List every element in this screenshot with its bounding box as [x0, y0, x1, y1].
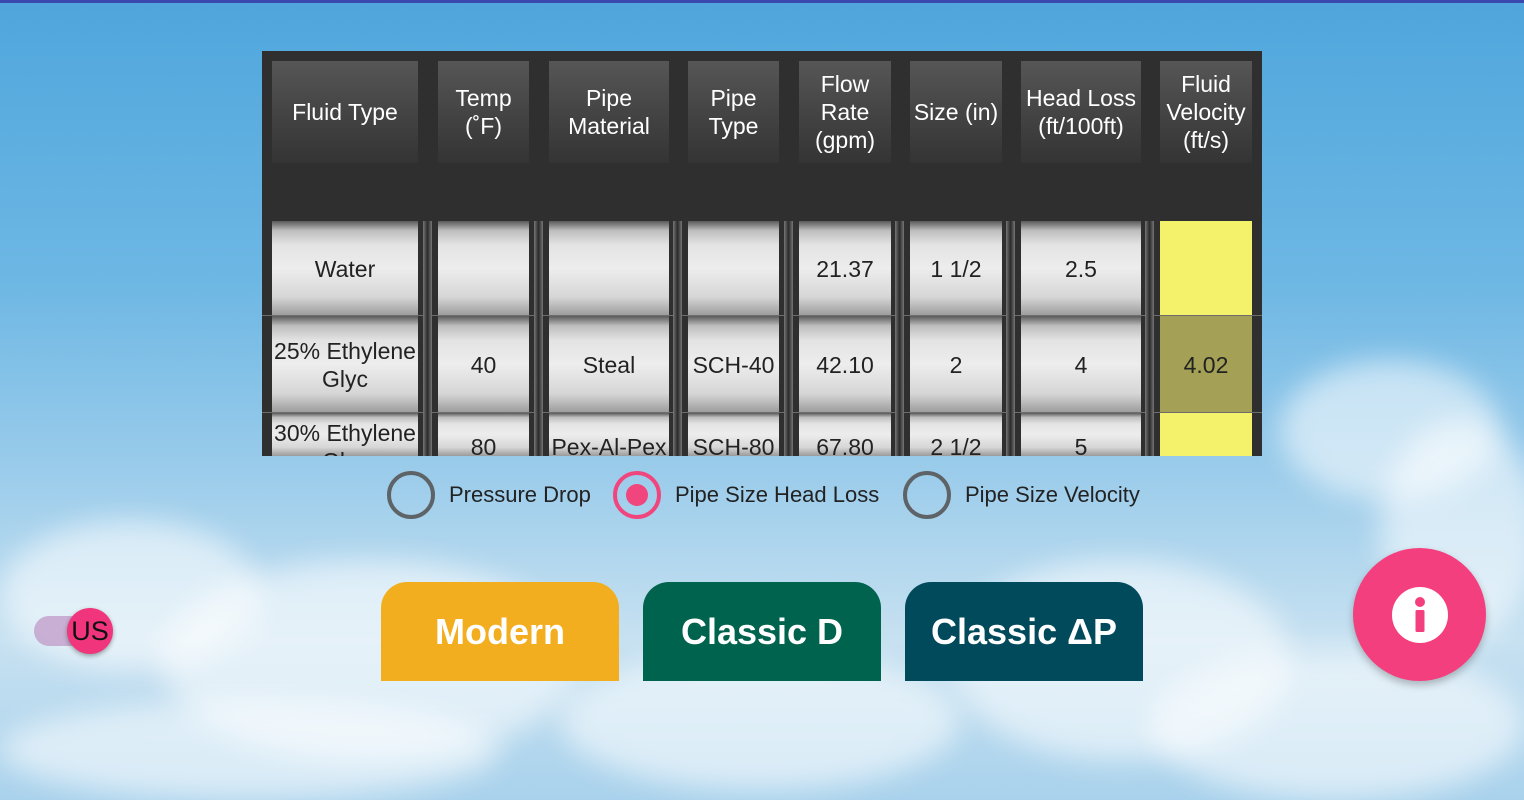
- radio-label: Pipe Size Velocity: [965, 482, 1140, 507]
- row-divider: [262, 412, 1262, 413]
- header-head-loss: Head Loss (ft/100ft): [1021, 61, 1141, 163]
- radio-circle[interactable]: [387, 471, 435, 519]
- cell-pipe-material[interactable]: Steal: [549, 316, 669, 413]
- column-divider: [534, 221, 543, 456]
- cell-fluid-velocity: [1160, 221, 1252, 316]
- cell-fluid-velocity: 4.02: [1160, 316, 1252, 413]
- cell-pipe-type[interactable]: [688, 221, 779, 316]
- pipe-data-table: Fluid Type Temp (˚F) Pipe Material Pipe …: [262, 51, 1262, 456]
- header-pipe-type: Pipe Type: [688, 61, 779, 163]
- radio-label: Pressure Drop: [449, 482, 591, 507]
- column-divider: [673, 221, 682, 456]
- cell-head-loss[interactable]: 4: [1021, 316, 1141, 413]
- cell-head-loss[interactable]: 2.5: [1021, 221, 1141, 316]
- row-divider: [262, 315, 1262, 316]
- cell-pipe-material[interactable]: Pex-Al-Pex: [549, 413, 669, 456]
- radio-pipe-size-velocity[interactable]: Pipe Size Velocity: [903, 470, 1140, 520]
- cell-temp[interactable]: 40: [438, 316, 529, 413]
- cell-fluid-type[interactable]: Water: [272, 221, 418, 316]
- cell-fluid-type[interactable]: 25% Ethylene Glyc: [272, 316, 418, 413]
- radio-pipe-size-head-loss[interactable]: Pipe Size Head Loss: [613, 470, 879, 520]
- cell-pipe-type[interactable]: SCH-80: [688, 413, 779, 456]
- radio-label: Pipe Size Head Loss: [675, 482, 880, 507]
- info-button[interactable]: [1353, 548, 1486, 681]
- header-fluid-velocity: Fluid Velocity (ft/s): [1160, 61, 1252, 163]
- cell-pipe-type[interactable]: SCH-40: [688, 316, 779, 413]
- cell-flow-rate[interactable]: 42.10: [799, 316, 891, 413]
- cell-temp[interactable]: [438, 221, 529, 316]
- header-pipe-material: Pipe Material: [549, 61, 669, 163]
- column-divider: [1006, 221, 1015, 456]
- cell-size[interactable]: 2: [910, 316, 1002, 413]
- column-divider: [784, 221, 793, 456]
- cell-size[interactable]: 1 1/2: [910, 221, 1002, 316]
- column-divider: [895, 221, 904, 456]
- header-flow-rate: Flow Rate (gpm): [799, 61, 891, 163]
- tab-classic-delta-p[interactable]: Classic ΔP: [905, 582, 1143, 681]
- cell-head-loss[interactable]: 5: [1021, 413, 1141, 456]
- cell-flow-rate[interactable]: 67.80: [799, 413, 891, 456]
- radio-dot: [626, 484, 648, 506]
- column-divider: [423, 221, 432, 456]
- cell-fluid-type[interactable]: 30% Ethylene Glyc: [272, 413, 418, 456]
- cell-temp[interactable]: 80: [438, 413, 529, 456]
- header-fluid-type: Fluid Type: [272, 61, 418, 163]
- cell-fluid-velocity: [1160, 413, 1252, 456]
- info-icon: [1391, 586, 1448, 643]
- radio-pressure-drop[interactable]: Pressure Drop: [387, 470, 591, 520]
- radio-circle-selected[interactable]: [613, 471, 661, 519]
- header-temp: Temp (˚F): [438, 61, 529, 163]
- column-divider: [1145, 221, 1154, 456]
- unit-toggle[interactable]: US: [67, 608, 113, 654]
- cell-pipe-material[interactable]: [549, 221, 669, 316]
- cell-size[interactable]: 2 1/2: [910, 413, 1002, 456]
- header-size: Size (in): [910, 61, 1002, 163]
- unit-toggle-label: US: [71, 615, 109, 646]
- top-status-line: [0, 0, 1524, 3]
- cell-flow-rate[interactable]: 21.37: [799, 221, 891, 316]
- tab-modern[interactable]: Modern: [381, 582, 619, 681]
- tab-classic-d[interactable]: Classic D: [643, 582, 881, 681]
- radio-circle[interactable]: [903, 471, 951, 519]
